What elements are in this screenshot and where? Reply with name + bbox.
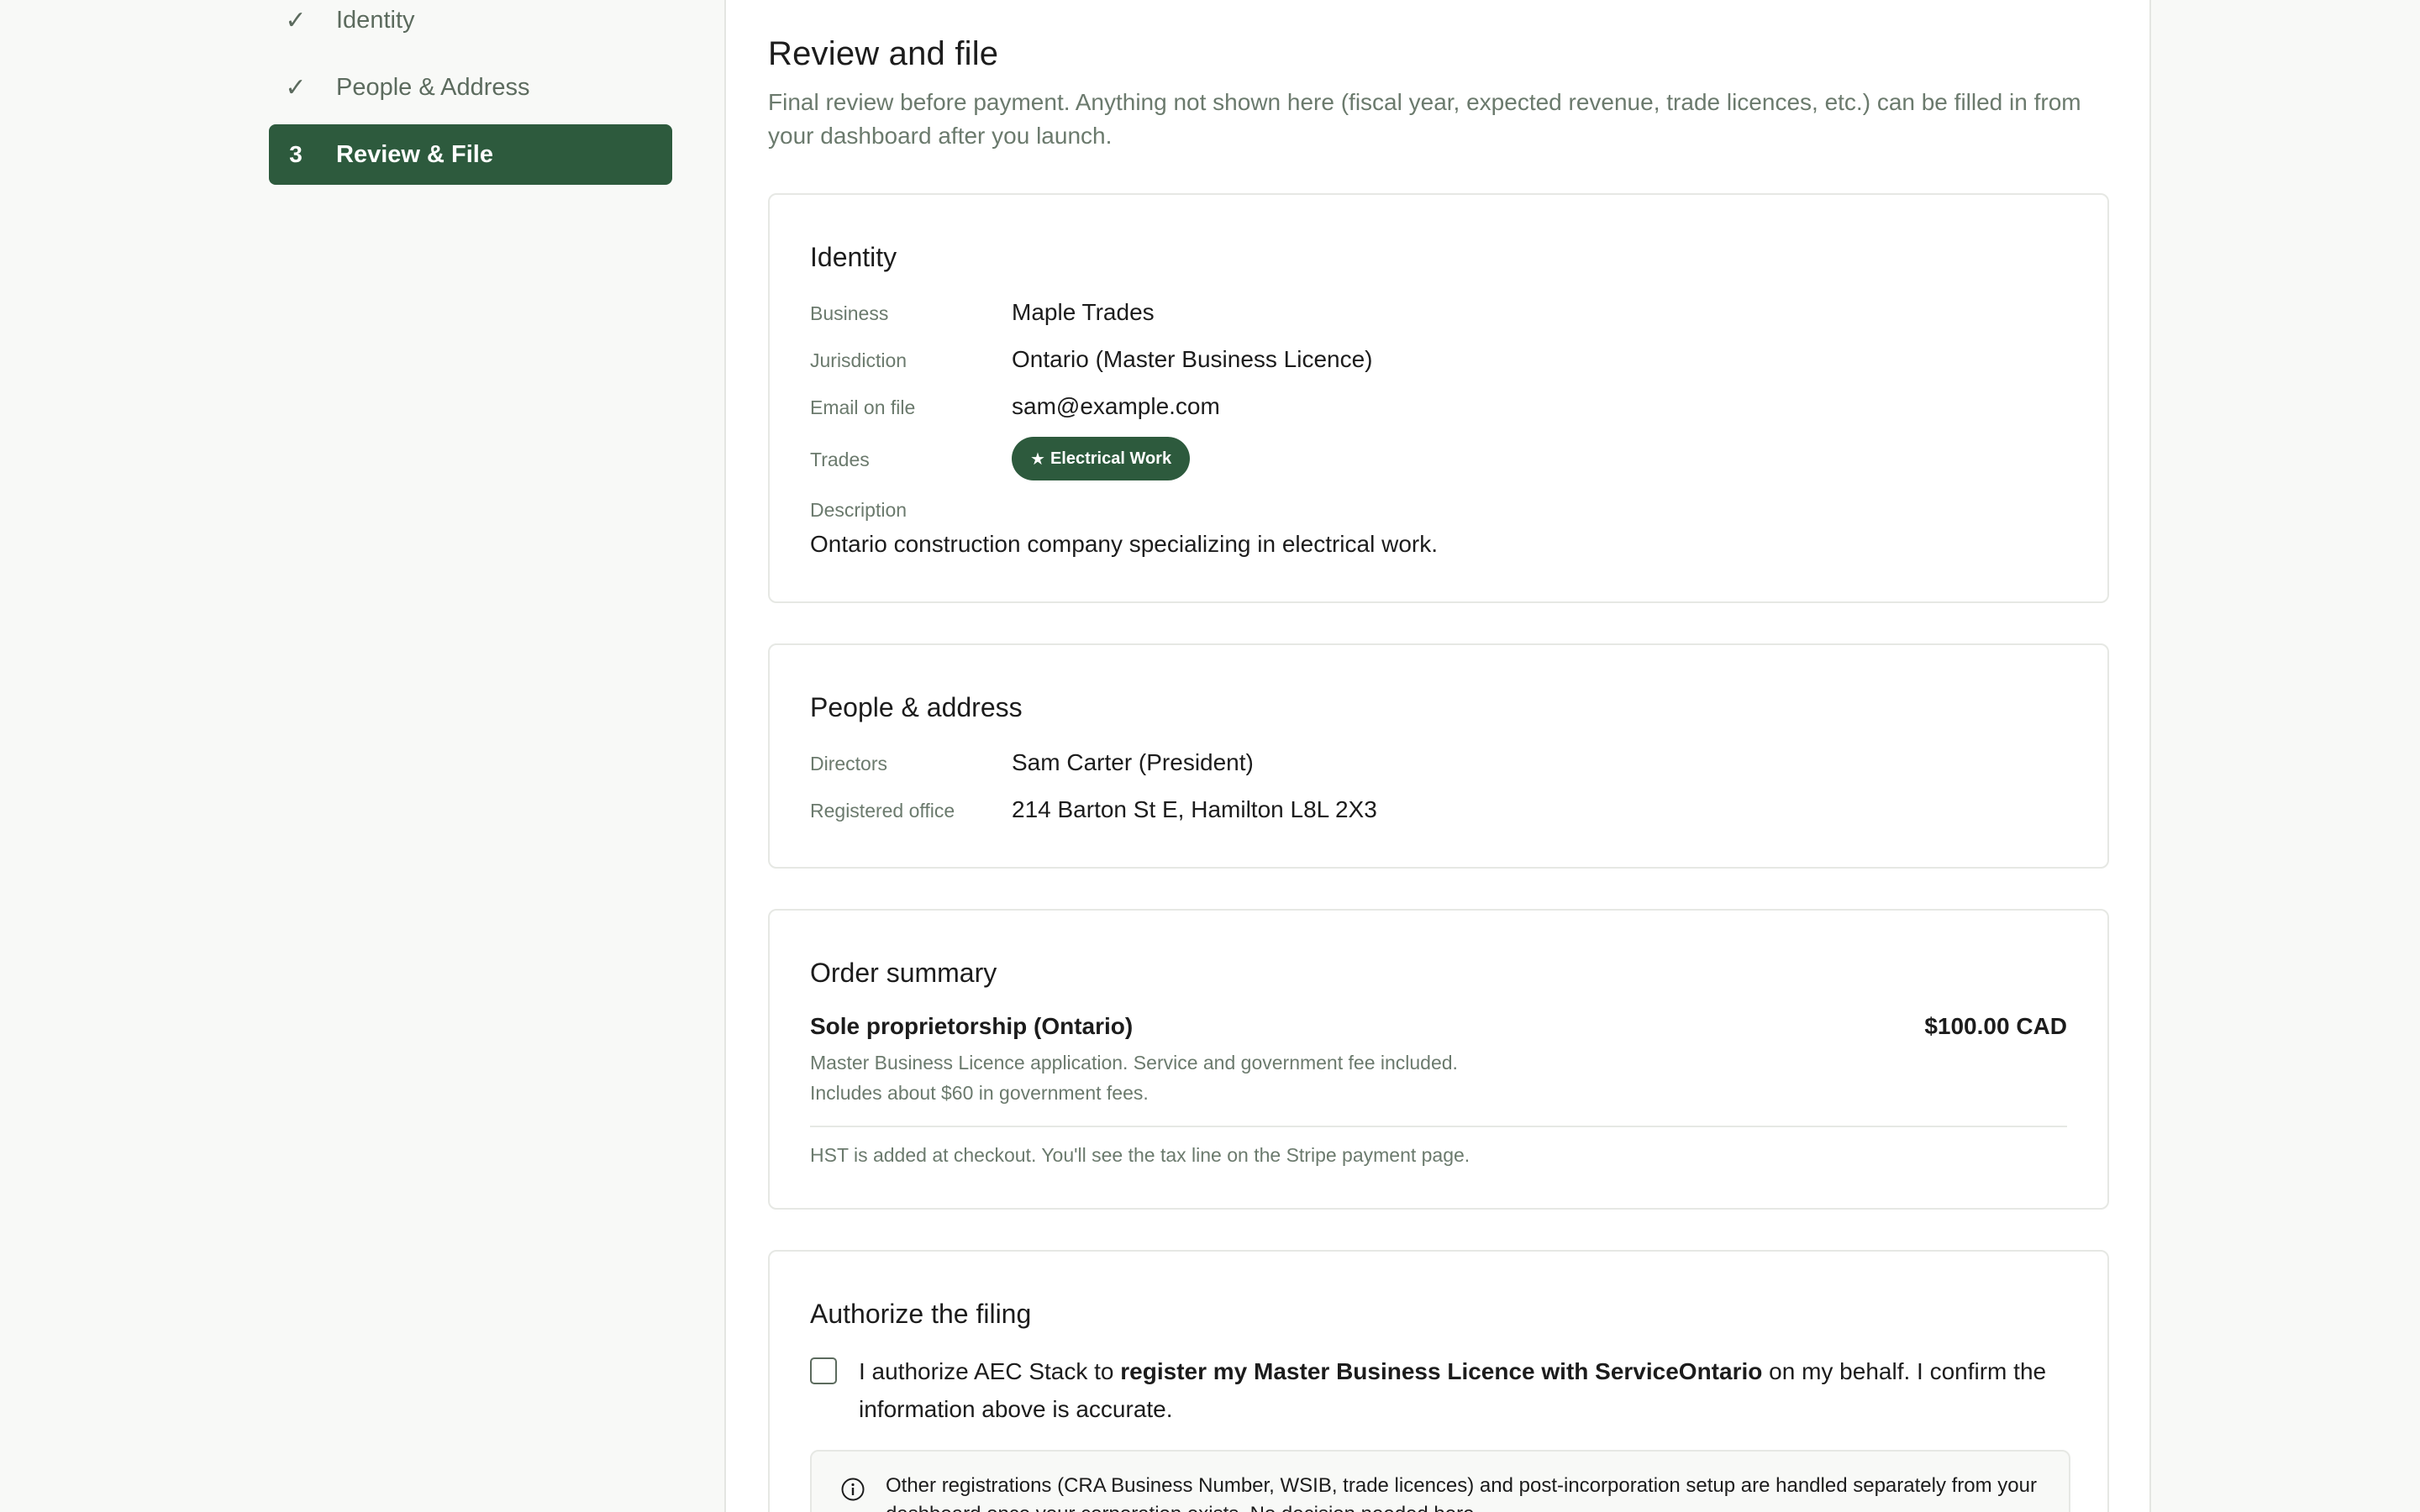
order-item-price: $100.00 CAD xyxy=(1924,1013,2067,1039)
step-number: 3 xyxy=(289,141,302,167)
order-item-name: Sole proprietorship (Ontario) xyxy=(810,1013,1134,1039)
authorize-text-start: I authorize AEC Stack to xyxy=(859,1358,1121,1384)
trade-badge-label: Electrical Work xyxy=(1050,449,1172,468)
authorize-checkbox[interactable] xyxy=(810,1357,837,1384)
registered-office-value: 214 Barton St E, Hamilton L8L 2X3 xyxy=(1012,796,1377,822)
authorize-card: Authorize the filing I authorize AEC Sta… xyxy=(768,1250,2109,1512)
sidebar-step-review-file[interactable]: 3 Review & File xyxy=(269,124,672,185)
email-label: Email on file xyxy=(810,396,916,418)
check-icon: ✓ xyxy=(285,6,307,34)
right-gutter xyxy=(2151,0,2420,1512)
order-divider xyxy=(810,1126,2067,1127)
info-callout: Other registrations (CRA Business Number… xyxy=(810,1450,2070,1512)
info-circle-icon xyxy=(841,1478,865,1501)
sidebar-step-label: Review & File xyxy=(336,140,493,168)
star-icon: ★ xyxy=(1030,449,1045,469)
order-note-line2: Includes about $60 in government fees. xyxy=(810,1082,1149,1104)
page-subtitle: Final review before payment. Anything no… xyxy=(768,89,2081,149)
sidebar-step-identity[interactable]: ✓ Identity xyxy=(269,0,672,50)
check-icon: ✓ xyxy=(285,73,307,102)
sidebar-step-label: People & Address xyxy=(336,73,530,101)
authorize-card-title: Authorize the filing xyxy=(810,1299,1032,1329)
sidebar-step-label: Identity xyxy=(336,6,415,34)
directors-value: Sam Carter (President) xyxy=(1012,749,1254,775)
page-title: Review and file xyxy=(768,35,999,72)
tax-note: HST is added at checkout. You'll see the… xyxy=(810,1144,1470,1166)
people-address-card: People & address Directors Sam Carter (P… xyxy=(768,643,2109,869)
sidebar-step-people-address[interactable]: ✓ People & Address xyxy=(269,57,672,118)
registered-office-label: Registered office xyxy=(810,800,955,822)
directors-label: Directors xyxy=(810,753,888,774)
description-value: Ontario construction company specializin… xyxy=(810,531,1438,557)
identity-card-title: Identity xyxy=(810,242,897,272)
info-callout-text: Other registrations (CRA Business Number… xyxy=(886,1474,2037,1512)
email-value: sam@example.com xyxy=(1012,393,1220,419)
authorize-text-bold: register my Master Business Licence with… xyxy=(1120,1358,1763,1384)
jurisdiction-value: Ontario (Master Business Licence) xyxy=(1012,346,1373,372)
order-summary-card: Order summary Sole proprietorship (Ontar… xyxy=(768,909,2109,1210)
jurisdiction-label: Jurisdiction xyxy=(810,349,908,371)
wizard-sidebar: ✓ Identity ✓ People & Address 3 Review &… xyxy=(0,0,726,1512)
trade-badge: ★ Electrical Work xyxy=(1012,437,1191,480)
trades-label: Trades xyxy=(810,449,870,470)
identity-card: Identity Business Maple Trades Jurisdict… xyxy=(768,193,2109,603)
order-card-title: Order summary xyxy=(810,958,997,988)
order-note-line1: Master Business Licence application. Ser… xyxy=(810,1052,1458,1074)
people-card-title: People & address xyxy=(810,692,1023,722)
authorize-statement[interactable]: I authorize AEC Stack to register my Mas… xyxy=(859,1352,2077,1428)
business-label: Business xyxy=(810,302,889,324)
business-value: Maple Trades xyxy=(1012,299,1155,325)
main-content: Review and file Final review before paym… xyxy=(726,0,2151,1512)
description-label: Description xyxy=(810,499,908,521)
